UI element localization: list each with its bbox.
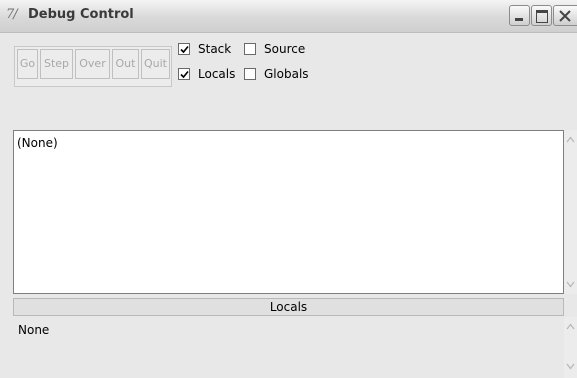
locals-list-item: None bbox=[18, 323, 50, 337]
globals-checkbox-label: Globals bbox=[264, 67, 309, 81]
globals-checkbox[interactable] bbox=[244, 68, 256, 80]
locals-checkbox[interactable] bbox=[178, 68, 190, 80]
stack-scrollbar[interactable] bbox=[564, 130, 577, 294]
toolbar: Go Step Over Out Quit Stack Source Local… bbox=[0, 33, 577, 128]
over-button[interactable]: Over bbox=[75, 49, 110, 79]
stack-list-item[interactable]: (None) bbox=[17, 136, 58, 150]
stack-list[interactable]: (None) bbox=[13, 130, 564, 294]
close-button[interactable] bbox=[553, 5, 577, 26]
title-bar[interactable]: 7/ Debug Control bbox=[0, 0, 577, 33]
source-checkbox[interactable] bbox=[244, 43, 256, 55]
maximize-button[interactable] bbox=[531, 5, 552, 26]
source-checkbox-label: Source bbox=[264, 42, 306, 56]
quit-button[interactable]: Quit bbox=[141, 49, 170, 79]
scroll-up-icon[interactable] bbox=[566, 136, 575, 143]
stack-checkbox[interactable] bbox=[178, 43, 190, 55]
scroll-down-icon[interactable] bbox=[566, 363, 575, 370]
window-title: Debug Control bbox=[28, 7, 134, 22]
locals-list[interactable]: None bbox=[13, 317, 564, 378]
locals-header: Locals bbox=[13, 298, 564, 316]
locals-scrollbar[interactable] bbox=[564, 317, 577, 378]
checkmark-icon bbox=[180, 45, 189, 54]
tk-app-icon: 7/ bbox=[6, 7, 18, 22]
debug-control-window: 7/ Debug Control Go Step Over Out Quit S… bbox=[0, 0, 577, 378]
locals-checkbox-label: Locals bbox=[198, 67, 236, 81]
checkmark-icon bbox=[180, 70, 189, 79]
step-button[interactable]: Step bbox=[40, 49, 73, 79]
out-button[interactable]: Out bbox=[112, 49, 139, 79]
close-icon bbox=[559, 10, 571, 22]
stack-checkbox-label: Stack bbox=[198, 42, 232, 56]
minimize-button[interactable] bbox=[509, 5, 530, 26]
scroll-up-icon[interactable] bbox=[566, 323, 575, 330]
go-button[interactable]: Go bbox=[17, 49, 38, 79]
scroll-down-icon[interactable] bbox=[566, 281, 575, 288]
